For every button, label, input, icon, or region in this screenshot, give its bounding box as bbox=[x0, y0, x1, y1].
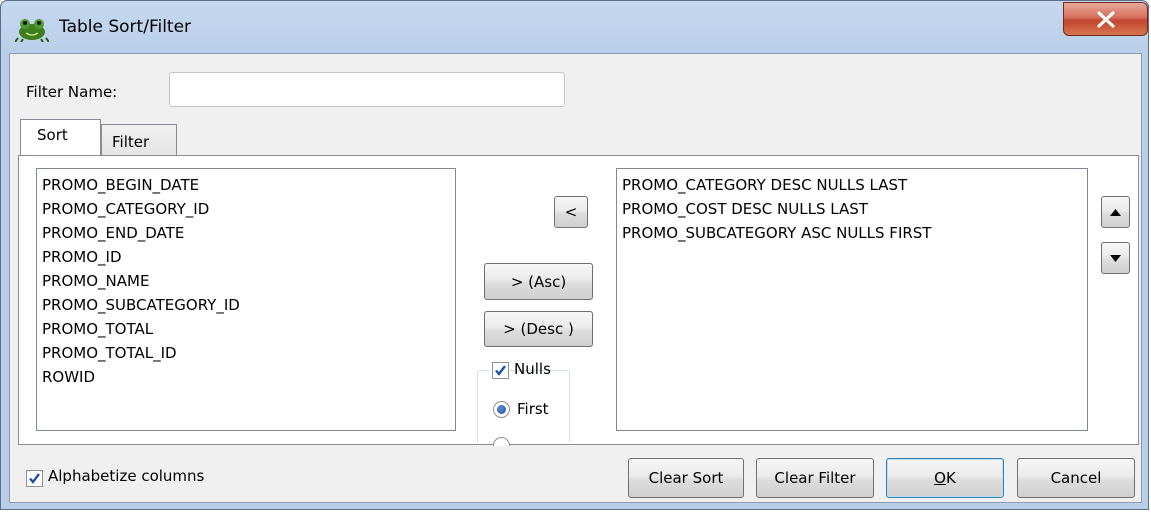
move-up-button[interactable] bbox=[1101, 196, 1130, 228]
alphabetize-label: Alphabetize columns bbox=[48, 467, 205, 485]
list-item[interactable]: PROMO_CATEGORY DESC NULLS LAST bbox=[622, 173, 907, 197]
nulls-checkbox[interactable] bbox=[492, 362, 509, 379]
available-columns-list[interactable]: PROMO_BEGIN_DATE PROMO_CATEGORY_ID PROMO… bbox=[36, 168, 456, 431]
ok-mnemonic: O bbox=[934, 469, 946, 487]
tab-sort[interactable]: Sort bbox=[20, 119, 101, 156]
filter-name-input[interactable] bbox=[169, 72, 565, 107]
sort-panel: PROMO_BEGIN_DATE PROMO_CATEGORY_ID PROMO… bbox=[18, 155, 1139, 446]
list-item[interactable]: PROMO_SUBCATEGORY ASC NULLS FIRST bbox=[622, 221, 931, 245]
check-mark-icon bbox=[29, 473, 40, 484]
window-title: Table Sort/Filter bbox=[59, 17, 192, 37]
list-item[interactable]: PROMO_END_DATE bbox=[42, 221, 184, 245]
tab-filter-label: Filter bbox=[112, 133, 150, 151]
frog-icon bbox=[15, 19, 49, 42]
clear-sort-button[interactable]: Clear Sort bbox=[628, 458, 744, 498]
list-item[interactable]: PROMO_TOTAL bbox=[42, 317, 153, 341]
close-x-icon bbox=[1097, 11, 1115, 28]
ok-button[interactable]: OK bbox=[886, 458, 1004, 498]
nulls-first-label: First bbox=[517, 400, 549, 418]
clear-filter-button[interactable]: Clear Filter bbox=[756, 458, 874, 498]
triangle-down-icon bbox=[1110, 255, 1121, 262]
ok-label: OK bbox=[887, 469, 1003, 487]
list-item[interactable]: PROMO_CATEGORY_ID bbox=[42, 197, 209, 221]
list-item[interactable]: PROMO_ID bbox=[42, 245, 122, 269]
list-item[interactable]: PROMO_SUBCATEGORY_ID bbox=[42, 293, 240, 317]
add-desc-label: > (Desc ) bbox=[503, 320, 574, 338]
check-mark-icon bbox=[495, 365, 506, 376]
close-button[interactable] bbox=[1063, 2, 1148, 36]
list-item[interactable]: PROMO_TOTAL_ID bbox=[42, 341, 177, 365]
sort-columns-list[interactable]: PROMO_CATEGORY DESC NULLS LAST PROMO_COS… bbox=[616, 168, 1088, 431]
alphabetize-checkbox[interactable] bbox=[26, 470, 43, 487]
cancel-label: Cancel bbox=[1050, 469, 1102, 487]
title-bar[interactable]: Table Sort/Filter bbox=[1, 1, 1148, 53]
clear-filter-label: Clear Filter bbox=[774, 469, 856, 487]
add-asc-label: > (Asc) bbox=[510, 272, 567, 291]
dialog-window: Table Sort/Filter Filter Name: Sort Filt… bbox=[0, 0, 1149, 510]
move-down-button[interactable] bbox=[1101, 242, 1130, 274]
ok-label-rest: K bbox=[945, 469, 956, 487]
dialog-client-area: Filter Name: Sort Filter PROMO_BEGIN_DAT… bbox=[9, 53, 1142, 503]
nulls-checkbox-row[interactable]: Nulls bbox=[489, 360, 551, 382]
nulls-label: Nulls bbox=[514, 360, 551, 378]
radio-selected-dot bbox=[497, 405, 506, 414]
list-item[interactable]: PROMO_BEGIN_DATE bbox=[42, 173, 199, 197]
triangle-up-icon bbox=[1110, 209, 1121, 216]
remove-button-label: < bbox=[564, 203, 578, 221]
list-item[interactable]: PROMO_COST DESC NULLS LAST bbox=[622, 197, 868, 221]
add-ascending-button[interactable]: > (Asc) bbox=[484, 263, 593, 300]
list-item[interactable]: PROMO_NAME bbox=[42, 269, 149, 293]
add-descending-button[interactable]: > (Desc ) bbox=[484, 311, 593, 347]
remove-sort-column-button[interactable]: < bbox=[554, 196, 588, 228]
nulls-first-radio[interactable] bbox=[493, 401, 510, 418]
clear-sort-label: Clear Sort bbox=[648, 469, 724, 487]
cancel-button[interactable]: Cancel bbox=[1017, 458, 1135, 498]
tab-sort-label: Sort bbox=[37, 126, 68, 144]
list-item[interactable]: ROWID bbox=[42, 365, 95, 389]
filter-name-label: Filter Name: bbox=[26, 83, 118, 101]
tab-filter[interactable]: Filter bbox=[101, 124, 177, 156]
